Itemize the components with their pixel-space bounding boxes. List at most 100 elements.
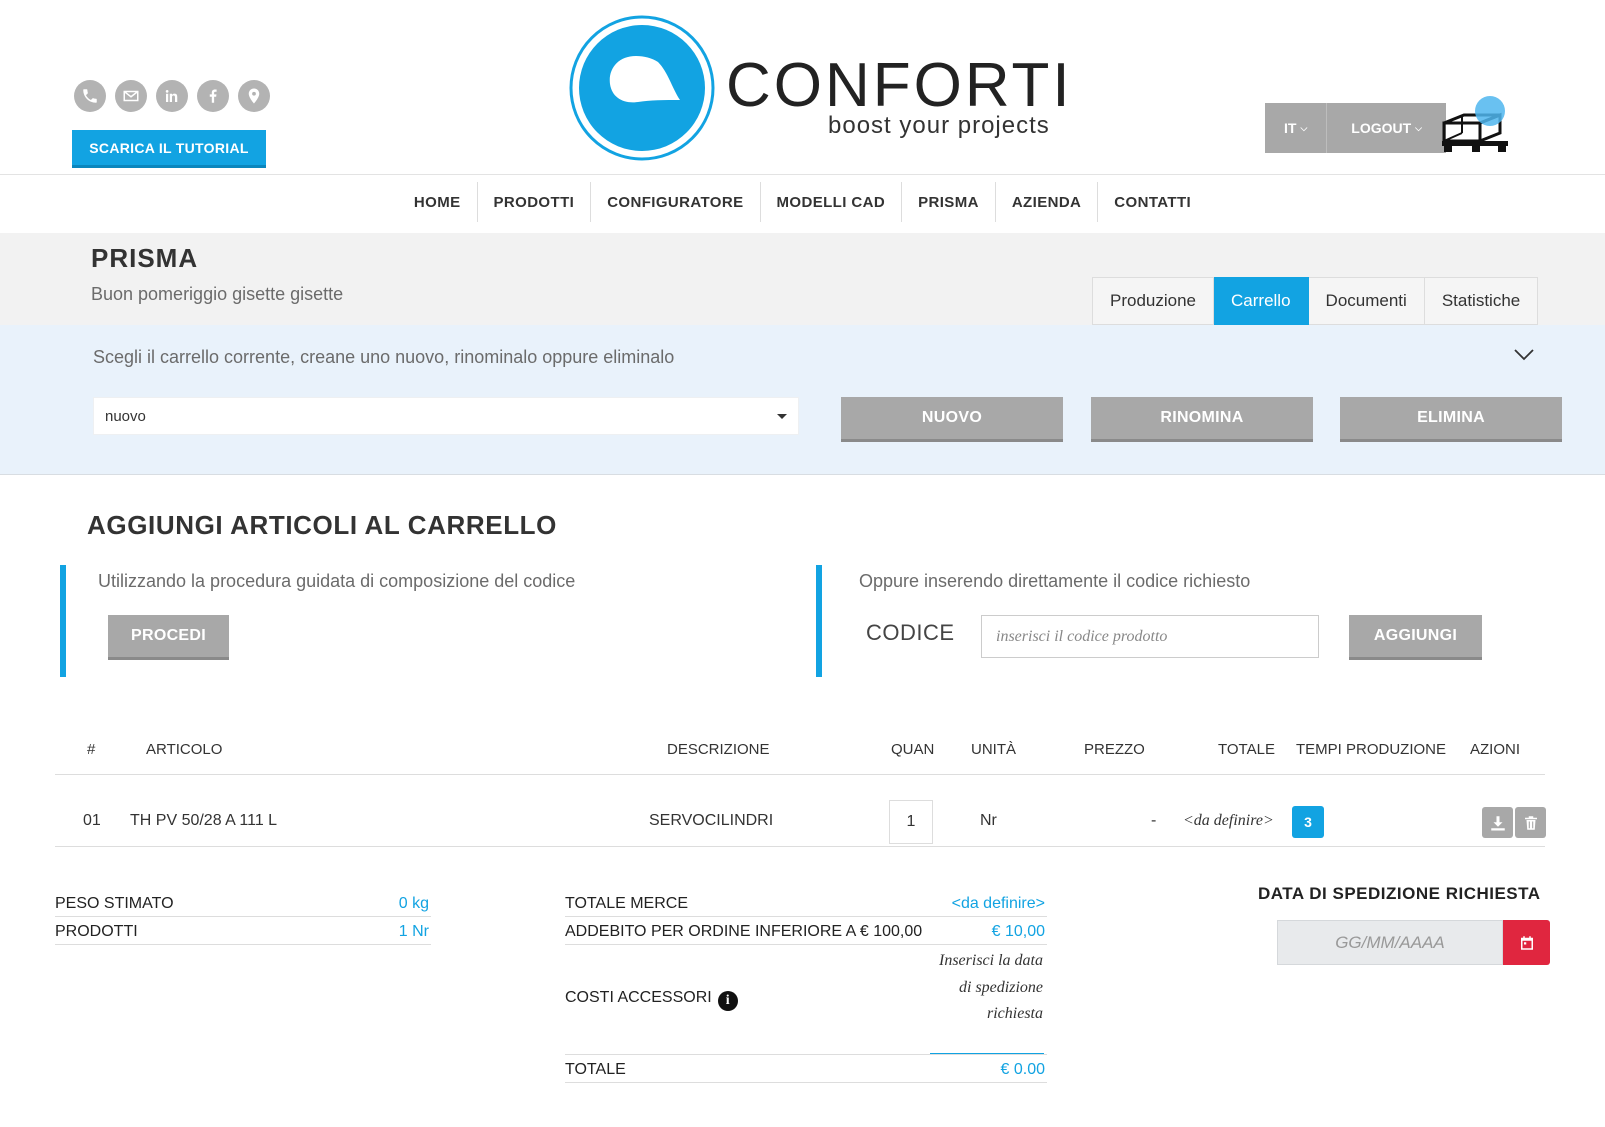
brand-tagline: boost your projects — [828, 112, 1050, 139]
proceed-button[interactable]: PROCEDI — [108, 615, 229, 660]
row-article: TH PV 50/28 A 111 L — [130, 812, 278, 829]
panel-accent-bar — [60, 565, 66, 677]
row-description: SERVOCILINDRI — [649, 812, 774, 829]
quantity-input[interactable]: 1 — [889, 800, 933, 844]
cart-select-dropdown[interactable]: nuovo — [93, 397, 799, 435]
production-time-badge[interactable]: 3 — [1292, 806, 1324, 838]
total-label: TOTALE — [565, 1061, 626, 1078]
page-title: PRISMA — [91, 243, 199, 273]
nav-item-contatti[interactable]: CONTATTI — [1097, 182, 1207, 222]
delete-row-button[interactable] — [1515, 807, 1546, 838]
surcharge-label: ADDEBITO PER ORDINE INFERIORE A € 100,00 — [565, 923, 923, 940]
grand-total-row: TOTALE € 0.00 — [565, 1055, 1047, 1083]
accessory-label-text: COSTI ACCESSORI — [565, 989, 712, 1006]
quantity-value: 1 — [906, 813, 916, 830]
nav-item-configuratore[interactable]: CONFIGURATORE — [590, 182, 759, 222]
nav-item-modelli-cad[interactable]: MODELLI CAD — [759, 182, 902, 222]
delete-cart-button[interactable]: ELIMINA — [1340, 397, 1562, 442]
col-prod-time: TEMPI PRODUZIONE — [1296, 741, 1447, 758]
tab-statistiche[interactable]: Statistiche — [1424, 277, 1539, 325]
tab-carrello[interactable]: Carrello — [1214, 277, 1309, 325]
shipping-date-input[interactable]: GG/MM/AAAA — [1277, 920, 1503, 965]
new-cart-button[interactable]: NUOVO — [841, 397, 1063, 442]
note-underline — [930, 1053, 1044, 1054]
cart-pallet-icon[interactable] — [1440, 95, 1512, 153]
surcharge-value: € 10,00 — [991, 923, 1045, 940]
language-label: IT — [1284, 120, 1297, 136]
goods-value: <da definire> — [951, 895, 1045, 912]
logout-dropdown[interactable]: LOGOUT ⌵ — [1326, 103, 1446, 153]
col-unit: UNITÀ — [971, 741, 1016, 758]
chevron-down-icon[interactable] — [1514, 349, 1534, 361]
row-price: - — [1151, 812, 1157, 829]
nav-item-home[interactable]: HOME — [398, 182, 477, 222]
linkedin-icon[interactable] — [156, 80, 188, 112]
site-header: SCARICA IL TUTORIAL CONFORTI boost your … — [0, 0, 1605, 175]
panel-accent-bar — [816, 565, 822, 677]
col-price: PREZZO — [1084, 741, 1145, 758]
cart-select-value: nuovo — [105, 407, 146, 425]
col-qty: QUAN — [891, 741, 935, 758]
calendar-button[interactable] — [1503, 920, 1550, 965]
cart-selection-panel: Scegli il carrello corrente, creane uno … — [0, 325, 1605, 475]
tab-produzione[interactable]: Produzione — [1092, 277, 1215, 325]
shipping-date-title: DATA DI SPEDIZIONE RICHIESTA — [1258, 884, 1541, 903]
prisma-tabs: Produzione Carrello Documenti Statistich… — [1092, 277, 1539, 325]
brand-logo[interactable]: CONFORTI boost your projects — [568, 14, 1070, 162]
accessory-costs-label: COSTI ACCESSORI i — [565, 989, 738, 1011]
wizard-text: Utilizzando la procedura guidata di comp… — [98, 571, 576, 591]
row-unit: Nr — [980, 812, 997, 829]
row-total: <da definire> — [1183, 812, 1274, 829]
goods-label: TOTALE MERCE — [565, 895, 688, 912]
products-count-row: PRODOTTI 1 Nr — [55, 917, 431, 945]
brand-name: CONFORTI — [726, 51, 1073, 120]
download-icon — [1490, 815, 1505, 830]
estimated-weight-row: PESO STIMATO 0 kg — [55, 889, 431, 917]
caret-down-icon — [777, 414, 787, 419]
add-code-button[interactable]: AGGIUNGI — [1349, 615, 1482, 660]
mail-icon[interactable] — [115, 80, 147, 112]
info-icon[interactable]: i — [717, 991, 738, 1011]
small-order-surcharge-row: ADDEBITO PER ORDINE INFERIORE A € 100,00… — [565, 917, 1047, 945]
download-tutorial-button[interactable]: SCARICA IL TUTORIAL — [72, 130, 266, 168]
table-row: 01 TH PV 50/28 A 111 L SERVOCILINDRI 1 N… — [55, 795, 1546, 847]
add-articles-title: AGGIUNGI ARTICOLI AL CARRELLO — [87, 510, 557, 540]
main-nav: HOME PRODOTTI CONFIGURATORE MODELLI CAD … — [0, 182, 1605, 222]
product-code-input[interactable]: inserisci il codice prodotto — [981, 615, 1319, 658]
trash-icon — [1524, 815, 1537, 830]
cart-hint-text: Scegli il carrello corrente, creane uno … — [93, 347, 675, 367]
total-value: € 0.00 — [1000, 1061, 1045, 1078]
calendar-icon — [1520, 935, 1533, 950]
nav-item-azienda[interactable]: AZIENDA — [994, 182, 1097, 222]
logo-mark-icon — [569, 15, 715, 161]
col-article: ARTICOLO — [146, 741, 223, 758]
download-button[interactable] — [1482, 807, 1513, 838]
social-links — [74, 80, 270, 112]
col-actions: AZIONI — [1470, 741, 1521, 758]
weight-value: 0 kg — [398, 895, 429, 912]
products-value: 1 Nr — [398, 923, 429, 940]
facebook-icon[interactable] — [197, 80, 229, 112]
col-num: # — [87, 741, 96, 758]
row-num: 01 — [83, 812, 101, 829]
account-controls: IT ⌵ LOGOUT ⌵ — [1265, 103, 1446, 153]
greeting-text: Buon pomeriggio gisette gisette — [91, 284, 344, 304]
nav-item-prisma[interactable]: PRISMA — [901, 182, 995, 222]
weight-label: PESO STIMATO — [55, 895, 174, 912]
goods-total-row: TOTALE MERCE <da definire> — [565, 889, 1047, 917]
phone-icon[interactable] — [74, 80, 106, 112]
direct-code-text: Oppure inserendo direttamente il codice … — [859, 571, 1251, 591]
tab-documenti[interactable]: Documenti — [1308, 277, 1425, 325]
language-dropdown[interactable]: IT ⌵ — [1265, 103, 1326, 153]
nav-item-prodotti[interactable]: PRODOTTI — [476, 182, 591, 222]
products-label: PRODOTTI — [55, 923, 138, 940]
location-pin-icon[interactable] — [238, 80, 270, 112]
chevron-down-icon: ⌵ — [1415, 122, 1422, 133]
logout-label: LOGOUT — [1351, 120, 1412, 136]
col-total: TOTALE — [1218, 741, 1275, 758]
cart-table-header: # ARTICOLO DESCRIZIONE QUAN UNITÀ PREZZO… — [55, 738, 1545, 775]
chevron-down-icon: ⌵ — [1300, 122, 1308, 133]
accessory-note: Inserisci la data di spedizione richiest… — [939, 952, 1043, 1022]
rename-cart-button[interactable]: RINOMINA — [1091, 397, 1313, 442]
code-label: CODICE — [866, 620, 955, 645]
